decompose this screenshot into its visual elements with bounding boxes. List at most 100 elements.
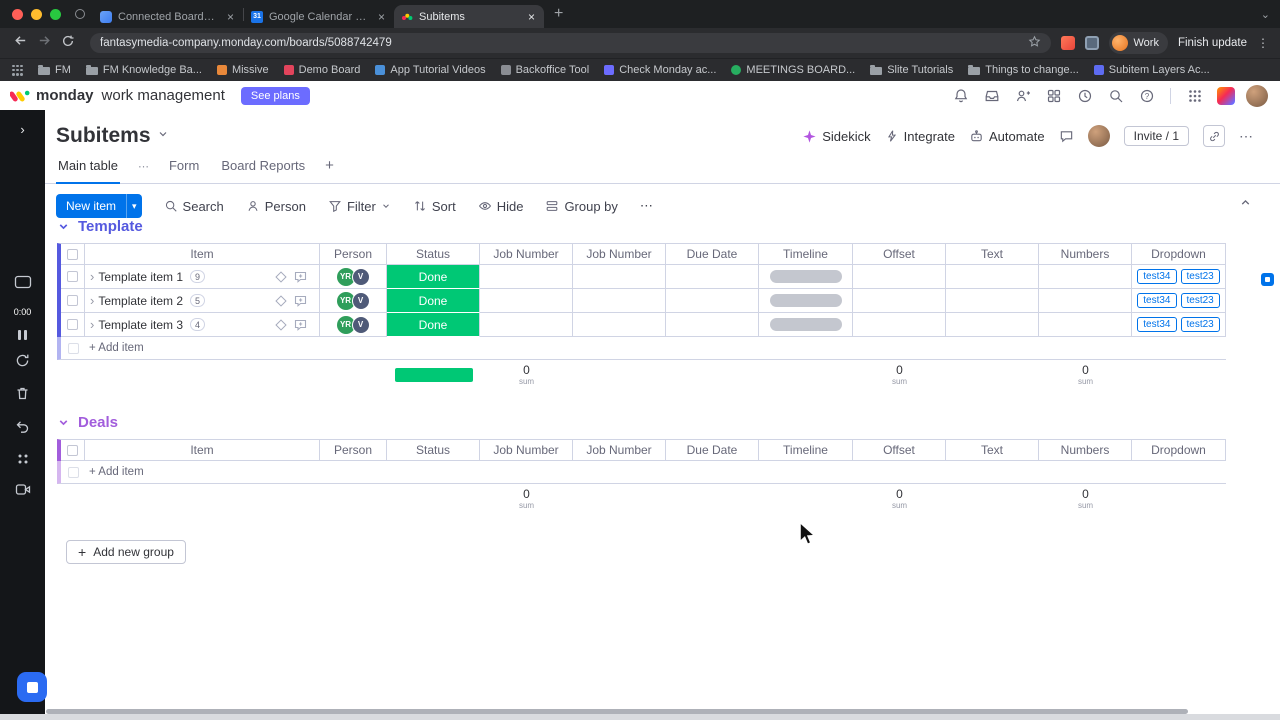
- inbox-icon[interactable]: [978, 84, 1005, 108]
- offset-cell[interactable]: [853, 265, 946, 289]
- view-options-icon[interactable]: ⋯: [138, 155, 149, 173]
- tab-main-table[interactable]: Main table: [56, 155, 120, 184]
- browser-menu-icon[interactable]: ⋮: [1257, 36, 1270, 50]
- collapse-header-chevron-icon[interactable]: [1239, 196, 1252, 214]
- due-date-cell[interactable]: [666, 265, 759, 289]
- job-number-2-cell[interactable]: [573, 313, 666, 337]
- camera-icon[interactable]: [15, 483, 31, 501]
- new-tab-button[interactable]: +: [554, 6, 563, 22]
- browser-tab-subitems[interactable]: Subitems ×: [394, 5, 544, 28]
- bookmark-things-to-change[interactable]: Things to change...: [968, 64, 1079, 76]
- close-tab-icon[interactable]: ×: [376, 10, 387, 24]
- notifications-bell-icon[interactable]: [947, 84, 974, 108]
- trash-icon[interactable]: [15, 386, 30, 406]
- text-cell[interactable]: [946, 265, 1039, 289]
- column-header-dropdown[interactable]: Dropdown: [1132, 244, 1226, 265]
- fullscreen-window-button[interactable]: [50, 8, 61, 20]
- forward-button[interactable]: [32, 33, 56, 53]
- add-update-bubble-icon[interactable]: [294, 271, 307, 283]
- status-summary[interactable]: [387, 360, 480, 390]
- add-update-bubble-icon[interactable]: [294, 319, 307, 331]
- work-management-product-icon[interactable]: [1212, 84, 1239, 108]
- dropdown-cell[interactable]: test34 test23: [1132, 265, 1226, 289]
- recorder-widget-button[interactable]: [17, 672, 47, 702]
- job-number-sum[interactable]: 0 sum: [480, 484, 573, 514]
- hide-button[interactable]: Hide: [478, 199, 523, 214]
- due-date-cell[interactable]: [666, 313, 759, 337]
- row-update-badge[interactable]: [1261, 273, 1274, 286]
- text-cell[interactable]: [946, 289, 1039, 313]
- tab-board-reports[interactable]: Board Reports: [219, 155, 307, 173]
- extension-icon[interactable]: [1061, 36, 1076, 50]
- select-all-checkbox[interactable]: [61, 244, 85, 265]
- filter-button[interactable]: Filter: [328, 199, 391, 214]
- sidekick-button[interactable]: Sidekick: [802, 129, 871, 144]
- bookmark-slite-tutorials[interactable]: Slite Tutorials: [870, 64, 953, 76]
- bookmark-fm[interactable]: FM: [38, 64, 71, 76]
- expand-subitems-chevron-icon[interactable]: ›: [90, 269, 94, 284]
- text-cell[interactable]: [946, 313, 1039, 337]
- bookmark-check-monday[interactable]: Check Monday ac...: [604, 64, 716, 76]
- offset-cell[interactable]: [853, 313, 946, 337]
- column-header-numbers[interactable]: Numbers: [1039, 244, 1132, 265]
- monday-logo[interactable]: monday work management: [10, 87, 225, 104]
- numbers-sum[interactable]: 0 sum: [1039, 360, 1132, 390]
- search-button[interactable]: Search: [164, 199, 224, 214]
- extension-icon[interactable]: [1085, 36, 1100, 50]
- job-number-cell[interactable]: [480, 265, 573, 289]
- column-header-text[interactable]: Text: [946, 440, 1039, 461]
- column-header-status[interactable]: Status: [387, 440, 480, 461]
- browser-tab-google-calendar[interactable]: 31 Google Calendar 2-way Sync ... ×: [244, 5, 394, 28]
- column-header-job-number[interactable]: Job Number: [480, 244, 573, 265]
- reload-button[interactable]: [56, 34, 80, 53]
- history-clock-icon[interactable]: [1071, 84, 1098, 108]
- marketplace-apps-icon[interactable]: [1040, 84, 1067, 108]
- pause-icon[interactable]: [18, 330, 27, 340]
- group-by-button[interactable]: Group by: [545, 199, 618, 214]
- group-collapse-chevron-icon[interactable]: [57, 416, 70, 429]
- status-cell[interactable]: Done: [387, 265, 480, 289]
- close-window-button[interactable]: [12, 8, 23, 20]
- column-header-offset[interactable]: Offset: [853, 244, 946, 265]
- item-cell[interactable]: › Template item 2 5: [85, 289, 320, 313]
- column-header-job-number[interactable]: Job Number: [480, 440, 573, 461]
- restart-icon[interactable]: [15, 353, 30, 373]
- bookmark-meetings-board[interactable]: MEETINGS BOARD...: [731, 64, 855, 76]
- board-member-avatar[interactable]: [1087, 125, 1110, 147]
- row-checkbox[interactable]: [61, 289, 85, 313]
- apps-grid-icon[interactable]: [12, 64, 23, 76]
- numbers-sum[interactable]: 0 sum: [1039, 484, 1132, 514]
- column-header-person[interactable]: Person: [320, 244, 387, 265]
- add-view-button[interactable]: +: [325, 155, 334, 174]
- tab-form[interactable]: Form: [167, 155, 201, 173]
- address-bar[interactable]: fantasymedia-company.monday.com/boards/5…: [90, 33, 1052, 53]
- board-options-icon[interactable]: ⋯: [1239, 128, 1254, 145]
- column-header-item[interactable]: Item: [85, 440, 320, 461]
- toolbar-more-icon[interactable]: ⋯: [640, 198, 654, 214]
- dropdown-cell[interactable]: test34 test23: [1132, 313, 1226, 337]
- row-checkbox[interactable]: [61, 313, 85, 337]
- add-item-row[interactable]: + Add item: [57, 461, 1226, 484]
- job-number-2-cell[interactable]: [573, 289, 666, 313]
- group-collapse-chevron-icon[interactable]: [57, 220, 70, 233]
- person-cell[interactable]: YR V: [320, 265, 387, 289]
- browser-profile-chip[interactable]: Work: [1109, 32, 1168, 54]
- table-row[interactable]: › Template item 3 4 YR V Done test34 tes…: [57, 313, 1226, 337]
- person-filter-button[interactable]: Person: [246, 199, 306, 214]
- job-number-sum[interactable]: 0 sum: [480, 360, 573, 390]
- column-header-item[interactable]: Item: [85, 244, 320, 265]
- column-header-job-number-2[interactable]: Job Number: [573, 440, 666, 461]
- person-cell[interactable]: YR V: [320, 313, 387, 337]
- bookmark-fm-knowledge[interactable]: FM Knowledge Ba...: [85, 64, 202, 76]
- product-switcher-icon[interactable]: [1181, 84, 1208, 108]
- pinned-tab-icon[interactable]: [75, 9, 85, 19]
- column-header-due-date[interactable]: Due Date: [666, 244, 759, 265]
- group-title-row[interactable]: Template: [57, 214, 1226, 238]
- column-header-timeline[interactable]: Timeline: [759, 440, 853, 461]
- see-plans-button[interactable]: See plans: [240, 86, 310, 105]
- titlebar-chevron-icon[interactable]: ⌄: [1261, 8, 1280, 21]
- add-new-group-button[interactable]: + Add new group: [66, 540, 186, 564]
- status-cell[interactable]: Done: [387, 313, 480, 337]
- column-header-timeline[interactable]: Timeline: [759, 244, 853, 265]
- bookmark-subitem-layers[interactable]: Subitem Layers Ac...: [1093, 64, 1210, 76]
